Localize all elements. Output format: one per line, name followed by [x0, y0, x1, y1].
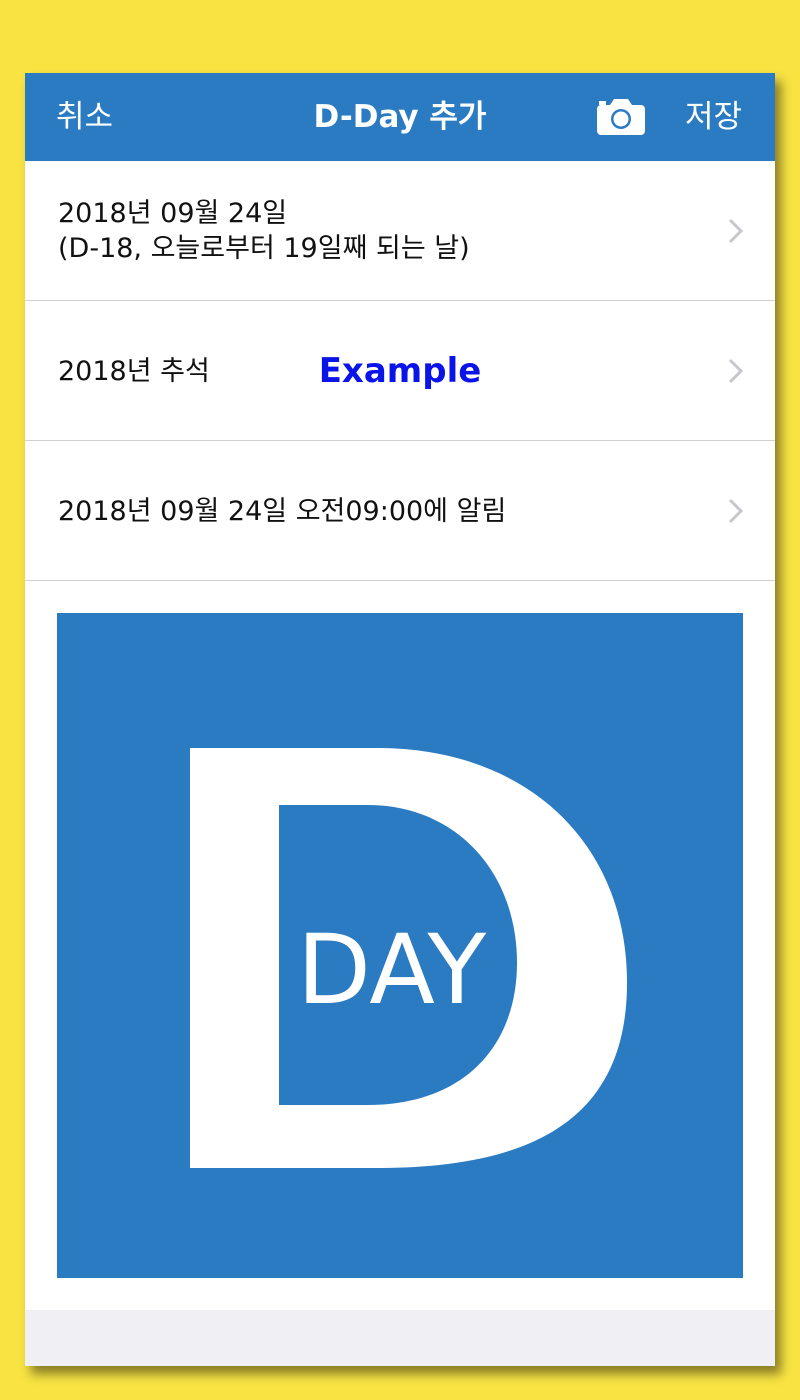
- title-row[interactable]: 2018년 추석 Example: [25, 301, 775, 441]
- date-countdown-label: (D-18, 오늘로부터 19일째 되는 날): [58, 233, 470, 264]
- event-title-label: 2018년 추석: [58, 356, 210, 387]
- navigation-bar: 취소 D-Day 추가 저장: [25, 73, 775, 161]
- d-day-logo-image[interactable]: DAY: [57, 613, 743, 1278]
- alarm-label: 2018년 09월 24일 오전09:00에 알림: [58, 496, 507, 527]
- page-title: D-Day 추가: [313, 99, 487, 135]
- date-row[interactable]: 2018년 09월 24일 (D-18, 오늘로부터 19일째 되는 날): [25, 161, 775, 301]
- app-window: 취소 D-Day 추가 저장 2018년 09월 24일 (D-18, 오늘로부…: [25, 73, 775, 1366]
- cancel-button[interactable]: 취소: [56, 73, 113, 161]
- footer-area: [25, 1310, 775, 1366]
- chevron-right-icon: [728, 498, 744, 524]
- save-button[interactable]: 저장: [685, 73, 742, 161]
- alarm-row[interactable]: 2018년 09월 24일 오전09:00에 알림: [25, 441, 775, 581]
- chevron-right-icon: [728, 358, 744, 384]
- chevron-right-icon: [728, 218, 744, 244]
- logo-text: DAY: [297, 914, 486, 1026]
- d-day-logo: DAY: [190, 748, 627, 1168]
- date-label: 2018년 09월 24일: [58, 198, 288, 229]
- camera-icon[interactable]: [595, 97, 647, 137]
